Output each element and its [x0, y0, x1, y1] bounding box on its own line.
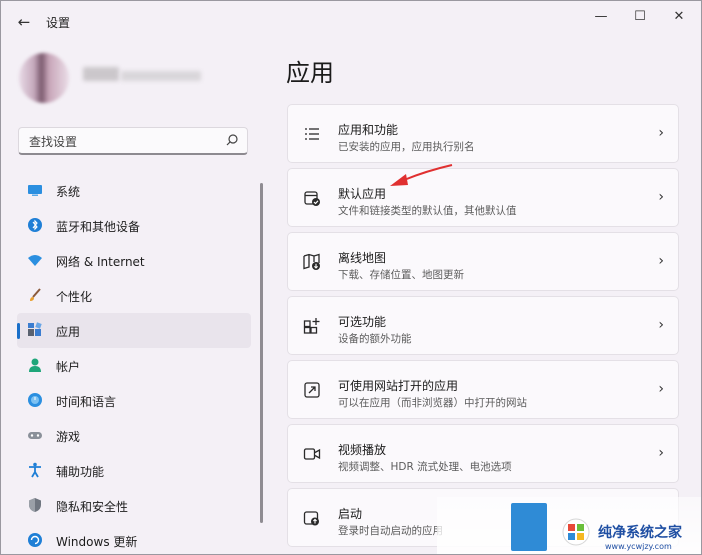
annotation-arrow-icon [390, 164, 453, 186]
sidebar-nav: 系统 蓝牙和其他设备 网络 & Internet 个性化 应用 帐户 时间和语言… [17, 173, 251, 554]
sidebar-item-gaming[interactable]: 游戏 [17, 418, 251, 453]
avatar[interactable] [19, 53, 69, 103]
apps-icon [28, 322, 42, 336]
accessibility-icon [29, 462, 41, 478]
card-title: 离线地图 [338, 251, 387, 265]
sidebar-item-label: Windows 更新 [56, 535, 138, 549]
card-offline-maps[interactable]: 离线地图 下载、存储位置、地图更新 › [287, 232, 679, 291]
sidebar-item-system[interactable]: 系统 [17, 173, 251, 208]
open-link-icon [304, 382, 320, 398]
sidebar-item-windows-update[interactable]: Windows 更新 [17, 523, 251, 554]
back-arrow-icon: ← [17, 13, 31, 31]
sidebar-item-apps[interactable]: 应用 [17, 313, 251, 348]
person-icon [29, 358, 41, 372]
sidebar-item-label: 系统 [56, 185, 81, 199]
sidebar-item-label: 个性化 [56, 290, 93, 304]
minimize-icon: — [594, 8, 608, 24]
sidebar-item-accounts[interactable]: 帐户 [17, 348, 251, 383]
monitor-icon [28, 185, 42, 196]
bluetooth-icon [28, 218, 42, 232]
title-bar: ← 设置 — ☐ ✕ [1, 1, 701, 41]
chevron-right-icon: › [658, 445, 664, 461]
settings-cards: 应用和功能 已安装的应用，应用执行别名 › 默认应用 文件和链接类型的默认值，其… [287, 104, 679, 552]
card-subtitle: 已安装的应用，应用执行别名 [338, 141, 475, 153]
startup-icon [303, 511, 319, 526]
gamepad-icon [28, 432, 42, 439]
watermark-title: 纯净系统之家 [598, 525, 682, 541]
update-icon [28, 533, 42, 547]
sidebar-item-bluetooth[interactable]: 蓝牙和其他设备 [17, 208, 251, 243]
sidebar-item-label: 时间和语言 [56, 395, 117, 409]
card-title: 可选功能 [338, 315, 387, 329]
card-subtitle: 可以在应用（而非浏览器）中打开的网站 [338, 397, 527, 409]
card-apps-features[interactable]: 应用和功能 已安装的应用，应用执行别名 › [287, 104, 679, 163]
offline-map-icon [303, 253, 320, 270]
sidebar-item-label: 应用 [56, 325, 81, 339]
page-title: 应用 [286, 59, 334, 87]
brush-icon [30, 288, 41, 301]
sidebar-item-label: 游戏 [56, 430, 81, 444]
sidebar-item-network[interactable]: 网络 & Internet [17, 243, 251, 278]
globe-clock-icon [28, 393, 42, 407]
sidebar-item-accessibility[interactable]: 辅助功能 [17, 453, 251, 488]
sidebar-item-time-language[interactable]: 时间和语言 [17, 383, 251, 418]
watermark-tile [511, 503, 547, 551]
card-title: 可使用网站打开的应用 [338, 379, 459, 393]
shield-icon [29, 498, 41, 512]
card-subtitle: 视频调整、HDR 流式处理、电池选项 [338, 461, 512, 473]
card-apps-for-websites[interactable]: 可使用网站打开的应用 可以在应用（而非浏览器）中打开的网站 › [287, 360, 679, 419]
card-optional-features[interactable]: 可选功能 设备的额外功能 › [287, 296, 679, 355]
card-subtitle: 文件和链接类型的默认值，其他默认值 [338, 205, 517, 217]
sidebar-item-label: 蓝牙和其他设备 [56, 220, 141, 234]
card-default-apps[interactable]: 默认应用 文件和链接类型的默认值，其他默认值 › [287, 168, 679, 227]
card-title: 默认应用 [338, 187, 387, 201]
card-subtitle: 登录时自动启动的应用 [338, 525, 443, 537]
default-apps-icon [304, 191, 320, 206]
card-title: 视频播放 [338, 443, 387, 457]
sidebar-item-label: 帐户 [56, 360, 81, 374]
search-box [18, 127, 248, 155]
maximize-icon: ☐ [634, 8, 646, 24]
chevron-right-icon: › [658, 189, 664, 205]
card-video-playback[interactable]: 视频播放 视频调整、HDR 流式处理、电池选项 › [287, 424, 679, 483]
profile-name-blurred [83, 67, 119, 81]
close-button[interactable]: ✕ [663, 5, 695, 27]
chevron-right-icon: › [658, 125, 664, 141]
card-subtitle: 下载、存储位置、地图更新 [338, 269, 464, 281]
list-icon [305, 128, 319, 140]
maximize-button[interactable]: ☐ [624, 5, 656, 27]
close-icon: ✕ [673, 8, 685, 24]
card-title: 启动 [338, 507, 363, 521]
sidebar-item-privacy[interactable]: 隐私和安全性 [17, 488, 251, 523]
search-input[interactable] [27, 131, 221, 153]
sidebar-item-label: 网络 & Internet [56, 255, 145, 269]
sidebar-item-label: 辅助功能 [56, 465, 105, 479]
minimize-button[interactable]: — [585, 5, 617, 27]
search-icon[interactable] [225, 133, 239, 147]
card-subtitle: 设备的额外功能 [338, 333, 412, 345]
card-title: 应用和功能 [338, 123, 399, 137]
chevron-right-icon: › [658, 381, 664, 397]
back-button[interactable]: ← [13, 11, 35, 33]
profile-email-blurred [121, 71, 201, 81]
sidebar-item-personalization[interactable]: 个性化 [17, 278, 251, 313]
window-title: 设置 [46, 16, 71, 30]
wifi-icon [28, 255, 42, 266]
chevron-right-icon: › [658, 253, 664, 269]
video-icon [303, 448, 321, 460]
add-grid-icon [303, 318, 320, 334]
sidebar-scrollbar[interactable] [260, 183, 263, 523]
chevron-right-icon: › [658, 317, 664, 333]
settings-window: ← 设置 — ☐ ✕ 系统 [0, 0, 702, 555]
watermark-logo-icon [562, 518, 590, 546]
sidebar-item-label: 隐私和安全性 [56, 500, 129, 514]
watermark-url: www.ycwjzy.com [605, 542, 672, 551]
